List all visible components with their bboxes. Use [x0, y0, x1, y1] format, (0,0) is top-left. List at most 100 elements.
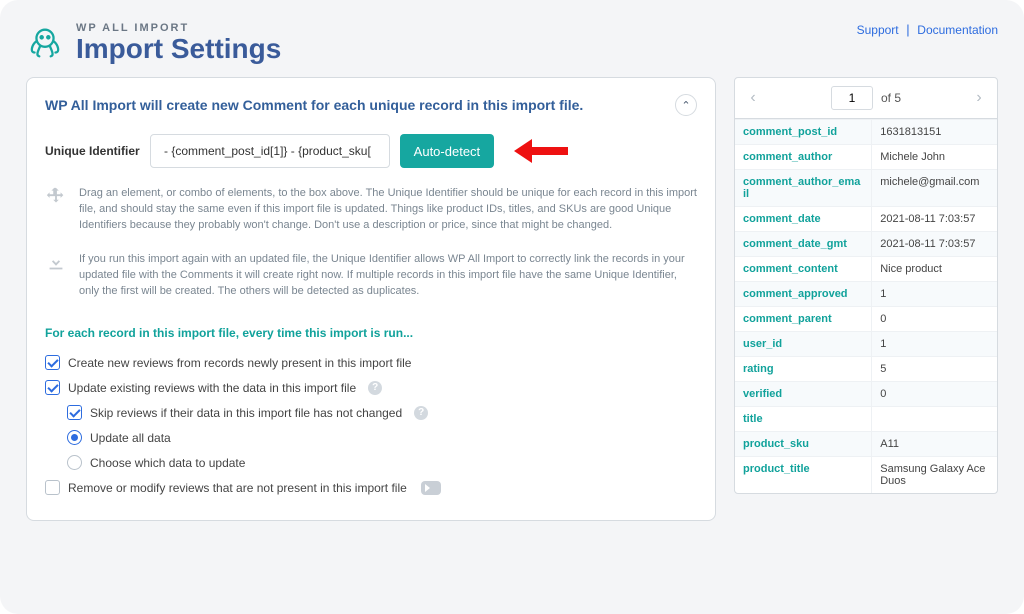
top-links: Support | Documentation [857, 22, 998, 37]
opt-choose-which-label: Choose which data to update [90, 456, 245, 470]
record-row: comment_parent0 [735, 306, 997, 331]
record-key: user_id [735, 332, 871, 356]
record-key: comment_approved [735, 282, 871, 306]
opt-update-all-label: Update all data [90, 431, 171, 445]
page-number-input[interactable] [831, 86, 873, 110]
documentation-link[interactable]: Documentation [917, 23, 998, 37]
checkbox-icon[interactable] [45, 480, 60, 495]
record-value: Samsung Galaxy Ace Duos [871, 457, 997, 493]
record-row: product_titleSamsung Galaxy Ace Duos [735, 456, 997, 493]
uid-label: Unique Identifier [45, 144, 140, 158]
brand-text: WP ALL IMPORT Import Settings [76, 22, 281, 63]
record-value: michele@gmail.com [871, 170, 997, 206]
record-value: Michele John [871, 145, 997, 169]
record-key: comment_date [735, 207, 871, 231]
opt-create-new-label: Create new reviews from records newly pr… [68, 356, 411, 370]
page-title: Import Settings [76, 34, 281, 63]
arrow-left-icon [514, 139, 568, 163]
info-rerun: If you run this import again with an upd… [45, 252, 697, 300]
chevron-right-icon: › [976, 89, 981, 107]
record-key: product_sku [735, 432, 871, 456]
record-key: title [735, 407, 871, 431]
settings-panel: WP All Import will create new Comment fo… [26, 77, 716, 521]
support-link[interactable]: Support [857, 23, 899, 37]
help-icon[interactable]: ? [414, 406, 428, 420]
info-drag: Drag an element, or combo of elements, t… [45, 186, 697, 234]
opt-remove-missing[interactable]: Remove or modify reviews that are not pr… [45, 475, 697, 500]
auto-detect-button[interactable]: Auto-detect [400, 134, 495, 168]
brand: WP ALL IMPORT Import Settings [26, 22, 281, 63]
record-pager: ‹ of 5 › [735, 78, 997, 119]
record-key: comment_author_email [735, 170, 871, 206]
section-heading: For each record in this import file, eve… [45, 326, 697, 340]
record-value: 1631813151 [871, 120, 997, 144]
checkbox-icon[interactable] [45, 355, 60, 370]
help-icon[interactable]: ? [368, 381, 382, 395]
record-value: A11 [871, 432, 997, 456]
record-value: 0 [871, 382, 997, 406]
page-of-label: of 5 [881, 91, 901, 105]
opt-update-existing[interactable]: Update existing reviews with the data in… [45, 375, 697, 400]
record-key: comment_date_gmt [735, 232, 871, 256]
record-value [871, 407, 997, 431]
link-separator: | [906, 22, 909, 37]
checkbox-icon[interactable] [45, 380, 60, 395]
record-key: rating [735, 357, 871, 381]
opt-skip-unchanged[interactable]: Skip reviews if their data in this impor… [45, 400, 697, 425]
unique-identifier-row: Unique Identifier Auto-detect [45, 134, 697, 168]
record-row: product_skuA11 [735, 431, 997, 456]
panel-header: WP All Import will create new Comment fo… [45, 94, 697, 116]
record-value: Nice product [871, 257, 997, 281]
opt-create-new[interactable]: Create new reviews from records newly pr… [45, 350, 697, 375]
opt-update-all[interactable]: Update all data [45, 425, 697, 450]
callout-arrow [514, 139, 568, 163]
record-value: 0 [871, 307, 997, 331]
record-row: user_id1 [735, 331, 997, 356]
record-row: comment_date_gmt2021-08-11 7:03:57 [735, 231, 997, 256]
record-table: comment_post_id1631813151comment_authorM… [735, 119, 997, 493]
collapse-button[interactable]: ⌃ [675, 94, 697, 116]
record-row: title [735, 406, 997, 431]
record-value: 1 [871, 282, 997, 306]
record-row: comment_date2021-08-11 7:03:57 [735, 206, 997, 231]
record-row: comment_post_id1631813151 [735, 119, 997, 144]
chevron-up-icon: ⌃ [681, 99, 690, 112]
main-columns: WP All Import will create new Comment fo… [26, 77, 998, 521]
prev-record-button[interactable]: ‹ [743, 88, 763, 108]
record-value: 2021-08-11 7:03:57 [871, 207, 997, 231]
options-list: Create new reviews from records newly pr… [45, 350, 697, 500]
record-row: comment_approved1 [735, 281, 997, 306]
opt-update-existing-label: Update existing reviews with the data in… [68, 381, 356, 395]
download-icon [45, 252, 67, 300]
radio-icon[interactable] [67, 455, 82, 470]
record-key: comment_post_id [735, 120, 871, 144]
info-rerun-text: If you run this import again with an upd… [79, 252, 697, 300]
record-key: comment_content [735, 257, 871, 281]
record-key: product_title [735, 457, 871, 493]
record-value: 1 [871, 332, 997, 356]
record-row: comment_contentNice product [735, 256, 997, 281]
play-badge-icon[interactable] [421, 481, 441, 495]
header-row: WP ALL IMPORT Import Settings Support | … [26, 22, 998, 63]
record-key: verified [735, 382, 871, 406]
record-value: 2021-08-11 7:03:57 [871, 232, 997, 256]
checkbox-icon[interactable] [67, 405, 82, 420]
radio-icon[interactable] [67, 430, 82, 445]
uid-input[interactable] [150, 134, 390, 168]
record-row: verified0 [735, 381, 997, 406]
chevron-left-icon: ‹ [750, 89, 755, 107]
record-row: rating5 [735, 356, 997, 381]
opt-skip-unchanged-label: Skip reviews if their data in this impor… [90, 406, 402, 420]
opt-choose-which[interactable]: Choose which data to update [45, 450, 697, 475]
record-key: comment_author [735, 145, 871, 169]
record-preview-panel: ‹ of 5 › comment_post_id1631813151commen… [734, 77, 998, 494]
record-row: comment_author_emailmichele@gmail.com [735, 169, 997, 206]
move-icon [45, 186, 67, 234]
next-record-button[interactable]: › [969, 88, 989, 108]
info-drag-text: Drag an element, or combo of elements, t… [79, 186, 697, 234]
record-row: comment_authorMichele John [735, 144, 997, 169]
record-value: 5 [871, 357, 997, 381]
app-frame: WP ALL IMPORT Import Settings Support | … [0, 0, 1024, 614]
octopus-logo-icon [26, 24, 64, 62]
opt-remove-missing-label: Remove or modify reviews that are not pr… [68, 481, 407, 495]
